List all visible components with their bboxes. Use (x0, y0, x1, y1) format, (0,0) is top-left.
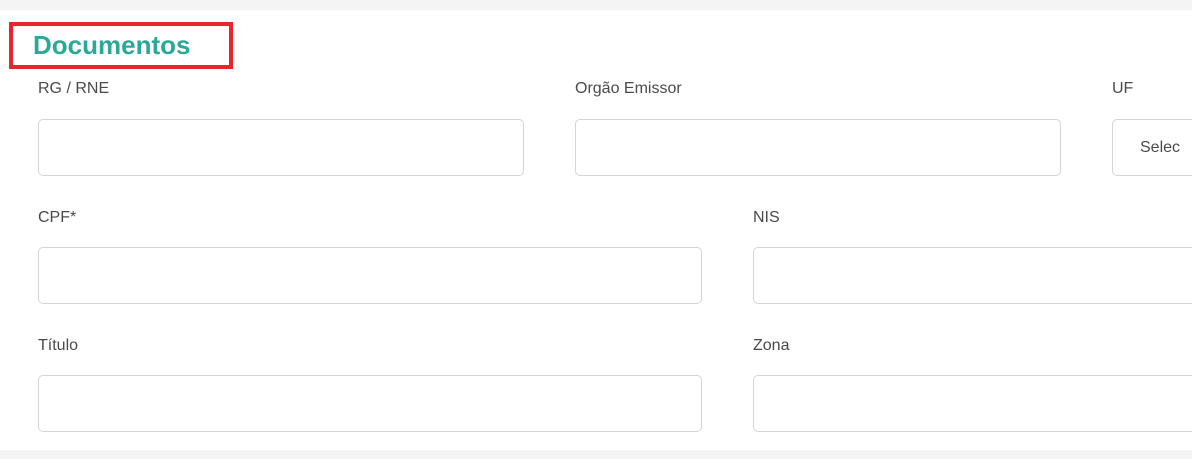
rg-input[interactable] (38, 119, 524, 176)
uf-label: UF (1112, 80, 1134, 97)
cpf-input[interactable] (38, 247, 702, 304)
titulo-input[interactable] (38, 375, 702, 432)
nis-input[interactable] (753, 247, 1192, 304)
rg-label: RG / RNE (38, 80, 110, 97)
section-title: Documentos (9, 22, 233, 69)
orgao-emissor-label: Orgão Emissor (575, 80, 682, 97)
orgao-emissor-input[interactable] (575, 119, 1061, 176)
uf-selected-value: Selec (1140, 139, 1181, 156)
zona-label: Zona (753, 337, 790, 354)
nis-label: NIS (753, 209, 780, 226)
titulo-label: Título (38, 337, 79, 354)
zona-input[interactable] (753, 375, 1192, 432)
uf-select[interactable]: Selec (1112, 119, 1192, 176)
cpf-label: CPF* (38, 209, 77, 226)
documentos-panel: Documentos RG / RNE Orgão Emissor UF Sel… (0, 10, 1192, 450)
